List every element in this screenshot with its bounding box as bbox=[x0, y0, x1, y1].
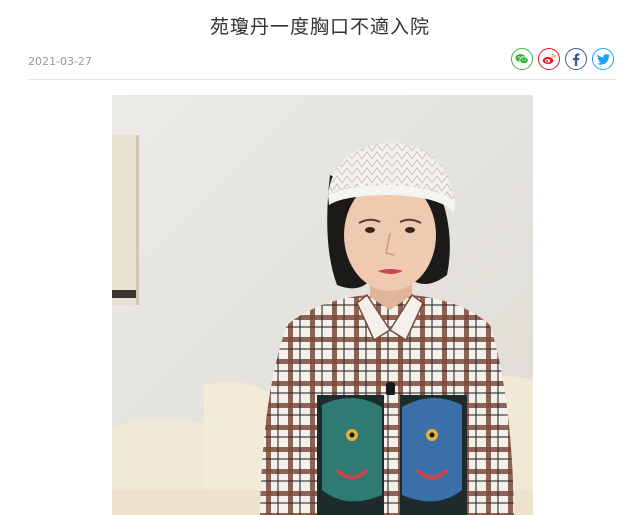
wechat-icon bbox=[515, 54, 529, 65]
article-page: 苑瓊丹一度胸口不適入院 2021-03-27 bbox=[0, 0, 640, 515]
facebook-icon bbox=[573, 53, 580, 66]
share-bar bbox=[511, 48, 614, 70]
share-twitter-button[interactable] bbox=[592, 48, 614, 70]
share-weibo-button[interactable] bbox=[538, 48, 560, 70]
woman-photo-illustration bbox=[112, 95, 533, 515]
publish-date: 2021-03-27 bbox=[28, 55, 92, 68]
header-divider bbox=[28, 79, 616, 80]
weibo-icon bbox=[542, 53, 556, 65]
share-wechat-button[interactable] bbox=[511, 48, 533, 70]
article-meta: 2021-03-27 bbox=[28, 46, 616, 76]
article-title: 苑瓊丹一度胸口不適入院 bbox=[209, 16, 430, 38]
article-photo bbox=[112, 95, 533, 515]
twitter-icon bbox=[596, 53, 610, 65]
share-facebook-button[interactable] bbox=[565, 48, 587, 70]
